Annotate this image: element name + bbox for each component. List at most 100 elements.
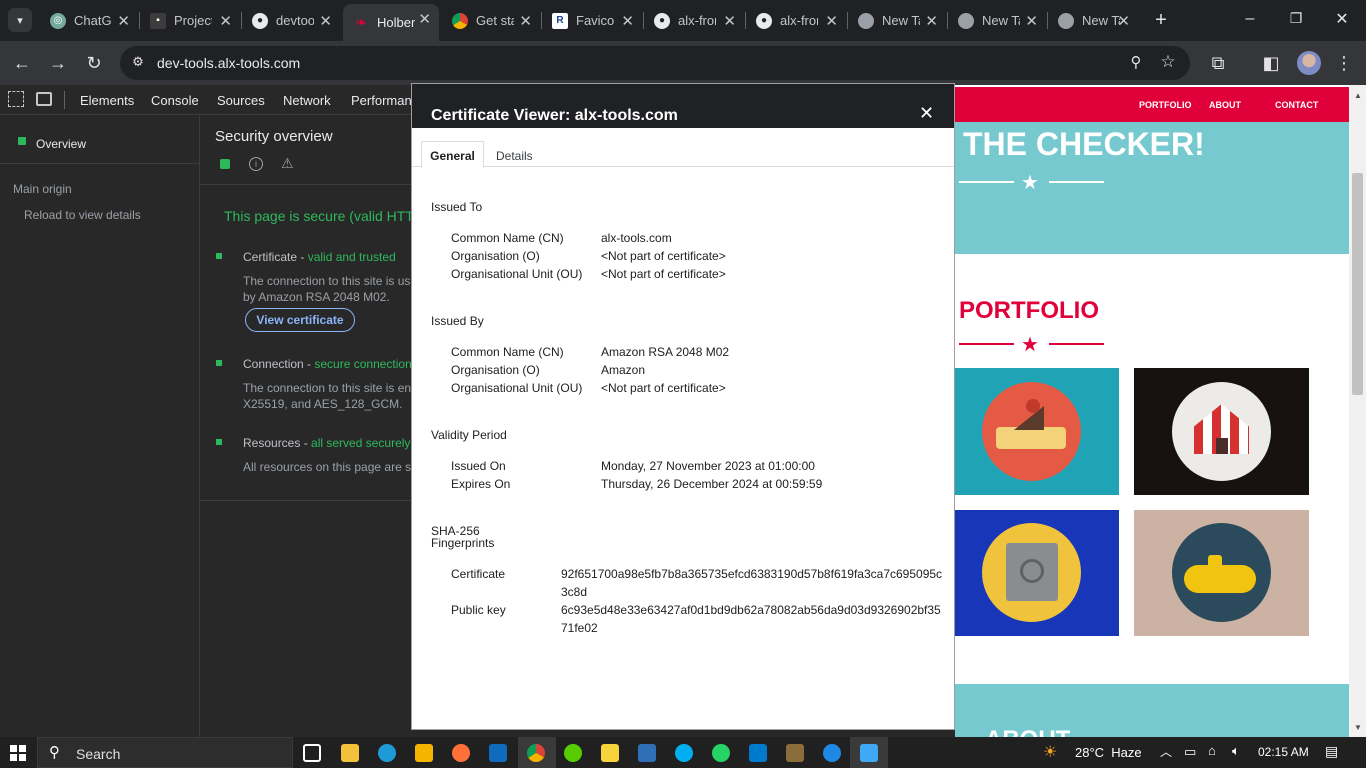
lock-icon[interactable] (220, 159, 230, 169)
tab-alx-front-2[interactable]: ● alx-front ✕ (746, 6, 846, 35)
side-panel-icon[interactable]: ◧ (1259, 51, 1283, 75)
close-icon[interactable]: ✕ (1117, 12, 1130, 30)
new-tab-button[interactable]: + (1150, 9, 1172, 31)
tab-details[interactable]: Details (496, 149, 533, 163)
mail-icon[interactable] (489, 744, 507, 762)
tab-general[interactable]: General (421, 141, 484, 168)
tab-new-3[interactable]: New Tab ✕ (1048, 6, 1138, 35)
tab-chatgpt[interactable]: ◎ ChatGPT ✕ (40, 6, 138, 35)
close-icon[interactable]: ✕ (925, 12, 938, 30)
photos-icon[interactable] (860, 744, 878, 762)
whatsapp-icon[interactable] (712, 744, 730, 762)
back-arrow-icon[interactable]: ← (10, 51, 34, 75)
reload-icon[interactable]: ↻ (82, 51, 106, 75)
tab-network[interactable]: Network (283, 93, 331, 108)
tab-get-started[interactable]: Get started ✕ (442, 6, 540, 35)
device-toolbar-icon[interactable] (36, 92, 52, 106)
chevron-up-icon[interactable]: ︿ (1160, 743, 1172, 760)
close-icon[interactable]: ✕ (723, 12, 736, 30)
forward-arrow-icon[interactable]: → (46, 51, 70, 75)
address-bar[interactable]: ⚙ dev-tools.alx-tools.com ⚲ ☆ (120, 46, 1190, 80)
hero-headline: THE CHECKER! (963, 126, 1205, 162)
url-text[interactable]: dev-tools.alx-tools.com (157, 55, 300, 71)
close-icon[interactable]: ✕ (621, 12, 634, 30)
network-icon[interactable]: ⌂ (1208, 743, 1216, 758)
firefox-icon[interactable] (452, 744, 470, 762)
weather-text[interactable]: 28°C Haze (1075, 745, 1142, 760)
notifications-icon[interactable]: ▤ (1325, 743, 1338, 760)
windows-start-icon[interactable] (10, 745, 26, 761)
page-scrollbar[interactable]: ▲ ▼ (1349, 85, 1366, 737)
remote-desktop-icon[interactable] (638, 744, 656, 762)
key-fingerprint-label: Public key (451, 603, 506, 617)
portfolio-item-cake[interactable] (955, 368, 1119, 495)
clock[interactable]: 02:15 AM (1258, 745, 1309, 759)
tab-alx-front-1[interactable]: ● alx-front ✕ (644, 6, 744, 35)
sidebar-item-overview[interactable]: Overview (0, 124, 199, 164)
avatar[interactable] (1297, 51, 1321, 75)
nav-link-contact[interactable]: CONTACT (1275, 100, 1318, 110)
tab-console[interactable]: Console (151, 93, 199, 108)
tab-holberton[interactable]: ❧ Holberton ✕ (343, 4, 439, 41)
close-icon[interactable]: ✕ (519, 12, 532, 30)
hero-section: THE CHECKER! ★ (955, 122, 1349, 254)
portfolio-item-circus[interactable] (1134, 368, 1309, 495)
github-icon: ● (756, 12, 772, 29)
close-icon[interactable]: ✕ (219, 12, 232, 30)
extensions-icon[interactable]: ⧉ (1206, 51, 1230, 75)
warning-icon[interactable]: ⚠ (281, 155, 294, 172)
skype-icon[interactable] (675, 744, 693, 762)
about-section: ABOUT (955, 684, 1349, 737)
scrollbar-thumb[interactable] (1352, 173, 1363, 395)
inspect-element-icon[interactable] (8, 91, 24, 107)
issued-by-ou-label: Organisational Unit (OU) (451, 381, 583, 395)
close-icon[interactable]: ✕ (117, 12, 130, 30)
tab-performance[interactable]: Performance (351, 93, 411, 108)
close-icon[interactable]: ✕ (1025, 12, 1038, 30)
battery-icon[interactable]: ▭ (1184, 744, 1196, 760)
sticky-notes-icon[interactable] (601, 744, 619, 762)
webpage: PORTFOLIO ABOUT CONTACT THE CHECKER! ★ P… (955, 85, 1349, 737)
close-icon[interactable]: ✕ (825, 12, 838, 30)
cake-icon (982, 382, 1081, 481)
tab-projects[interactable]: ▪ Projects ✕ (140, 6, 240, 35)
close-window-button[interactable]: ✕ (1332, 9, 1352, 29)
app-icon-2[interactable] (823, 744, 841, 762)
edge-icon[interactable] (378, 744, 396, 762)
close-icon[interactable]: ✕ (319, 12, 332, 30)
certificate-label: Certificate - (243, 250, 308, 264)
security-sidebar: Overview Main origin Reload to view deta… (0, 116, 200, 737)
portfolio-item-submarine[interactable] (1134, 510, 1309, 636)
tab-new-1[interactable]: New Tab ✕ (848, 6, 946, 35)
vscode-icon[interactable] (749, 744, 767, 762)
safe-icon (982, 523, 1081, 622)
nav-link-about[interactable]: ABOUT (1209, 100, 1241, 110)
issued-to-cn-value: alx-tools.com (601, 231, 672, 245)
taskbar-search-box[interactable]: ⚲ Search (37, 737, 293, 768)
store-icon[interactable] (415, 744, 433, 762)
tab-elements[interactable]: Elements (80, 93, 134, 108)
file-explorer-icon[interactable] (341, 744, 359, 762)
duolingo-icon[interactable] (564, 744, 582, 762)
bookmark-star-icon[interactable]: ☆ (1158, 52, 1178, 72)
tab-search-button[interactable]: ▾ (8, 8, 32, 32)
tab-new-2[interactable]: New Tab ✕ (948, 6, 1046, 35)
chrome-icon[interactable] (527, 744, 545, 762)
task-view-icon[interactable] (303, 744, 321, 762)
tab-favicon[interactable]: R Favicon ✕ (542, 6, 642, 35)
close-icon[interactable]: ✕ (418, 10, 431, 28)
view-certificate-button[interactable]: View certificate (245, 308, 355, 332)
nav-link-portfolio[interactable]: PORTFOLIO (1139, 100, 1192, 110)
tab-sources[interactable]: Sources (217, 93, 265, 108)
restore-button[interactable]: ❐ (1286, 10, 1306, 30)
app-icon[interactable] (786, 744, 804, 762)
minimize-button[interactable]: – (1240, 10, 1260, 30)
volume-icon[interactable]: 🔈︎ (1232, 743, 1240, 759)
close-icon[interactable]: ✕ (919, 103, 934, 124)
tab-devtools[interactable]: ● devtools ✕ (242, 6, 340, 35)
portfolio-item-safe[interactable] (955, 510, 1119, 636)
more-menu-icon[interactable]: ⋮ (1332, 51, 1356, 75)
info-icon[interactable]: i (249, 157, 263, 171)
zoom-icon[interactable]: ⚲ (1126, 53, 1146, 73)
site-info-icon[interactable]: ⚙ (129, 54, 147, 72)
